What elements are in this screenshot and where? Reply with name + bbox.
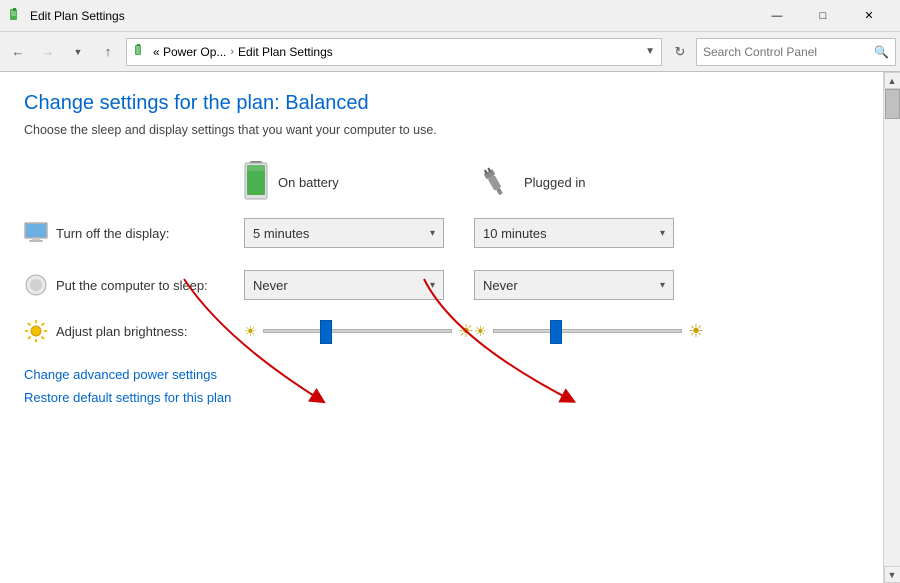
brightness-plugged-track[interactable]	[493, 329, 682, 333]
page-subtitle: Choose the sleep and display settings th…	[24, 123, 859, 137]
search-box: 🔍	[696, 38, 896, 66]
breadcrumb-current: Edit Plan Settings	[238, 45, 333, 59]
restore-defaults-link[interactable]: Restore default settings for this plan	[24, 390, 859, 405]
page-title: Change settings for the plan: Balanced	[24, 92, 859, 115]
sleep-label: Put the computer to sleep:	[56, 278, 208, 293]
battery-icon	[244, 161, 268, 203]
scrollbar: ▲ ▼	[883, 72, 900, 583]
sleep-icon	[24, 273, 48, 297]
sleep-label-cell: Put the computer to sleep:	[24, 273, 244, 297]
display-icon	[24, 221, 48, 245]
brightness-plugged-slider: ☀ ☀	[474, 321, 704, 342]
close-button[interactable]: ✕	[846, 0, 892, 32]
minimize-button[interactable]: —	[754, 0, 800, 32]
content-area: Change settings for the plan: Balanced C…	[0, 72, 883, 583]
bottom-links: Change advanced power settings Restore d…	[24, 367, 859, 405]
power-options-icon	[133, 44, 149, 60]
sleep-battery-value: Never	[253, 278, 288, 293]
display-battery-dropdown-arrow: ▾	[430, 228, 435, 239]
main-content: Change settings for the plan: Balanced C…	[0, 72, 900, 583]
breadcrumb-chevron-icon[interactable]: ▼	[645, 46, 655, 57]
app-icon	[8, 8, 24, 24]
display-battery-dropdown[interactable]: 5 minutes ▾	[244, 218, 444, 248]
display-plugged-dropdown-arrow: ▾	[660, 228, 665, 239]
breadcrumb-prefix: « Power Op...	[153, 45, 226, 59]
maximize-button[interactable]: □	[800, 0, 846, 32]
plugged-in-column: Plugged in	[474, 161, 704, 203]
dropdown-history-button[interactable]: ▼	[64, 38, 92, 66]
breadcrumb[interactable]: « Power Op... › Edit Plan Settings ▼	[126, 38, 662, 66]
scroll-down-button[interactable]: ▼	[884, 566, 900, 583]
brightness-battery-max-icon: ☀	[458, 321, 474, 342]
brightness-plugged-thumb[interactable]	[550, 320, 562, 344]
display-plugged-value: 10 minutes	[483, 226, 547, 241]
plugged-in-label: Plugged in	[524, 175, 585, 190]
brightness-battery-min-icon: ☀	[244, 323, 257, 340]
sleep-plugged-value: Never	[483, 278, 518, 293]
brightness-battery-slider: ☀ ☀	[244, 321, 474, 342]
brightness-plugged-max-icon: ☀	[688, 321, 704, 342]
refresh-button[interactable]: ↻	[666, 38, 694, 66]
display-plugged-dropdown[interactable]: 10 minutes ▾	[474, 218, 674, 248]
brightness-section: Adjust plan brightness: ☀ ☀ ☀ ☀	[24, 319, 859, 343]
sleep-plugged-dropdown-arrow: ▾	[660, 280, 665, 291]
brightness-icon	[24, 319, 48, 343]
display-battery-value: 5 minutes	[253, 226, 309, 241]
sleep-setting-row: Put the computer to sleep: Never ▾ Never…	[24, 267, 859, 303]
plug-icon	[474, 166, 514, 198]
sleep-plugged-control: Never ▾	[474, 270, 704, 300]
back-button[interactable]: ←	[4, 38, 32, 66]
scroll-thumb[interactable]	[885, 89, 900, 119]
sleep-battery-dropdown[interactable]: Never ▾	[244, 270, 444, 300]
display-label-cell: Turn off the display:	[24, 221, 244, 245]
search-input[interactable]	[703, 45, 870, 59]
brightness-setting-row: Adjust plan brightness: ☀ ☀ ☀ ☀	[24, 319, 859, 343]
sleep-plugged-dropdown[interactable]: Never ▾	[474, 270, 674, 300]
breadcrumb-content: « Power Op... › Edit Plan Settings	[133, 44, 333, 60]
brightness-battery-thumb[interactable]	[320, 320, 332, 344]
scroll-track[interactable]	[884, 89, 900, 566]
address-bar: ← → ▼ ↑ « Power Op... › Edit Plan Settin…	[0, 32, 900, 72]
window-controls: — □ ✕	[754, 0, 892, 32]
display-plugged-control: 10 minutes ▾	[474, 218, 704, 248]
brightness-label: Adjust plan brightness:	[56, 324, 188, 339]
display-setting-row: Turn off the display: 5 minutes ▾ 10 min…	[24, 215, 859, 251]
breadcrumb-separator: ›	[230, 46, 234, 58]
up-button[interactable]: ↑	[94, 38, 122, 66]
title-bar: Edit Plan Settings — □ ✕	[0, 0, 900, 32]
brightness-plugged-min-icon: ☀	[474, 323, 487, 340]
advanced-settings-link[interactable]: Change advanced power settings	[24, 367, 859, 382]
display-battery-control: 5 minutes ▾	[244, 218, 474, 248]
on-battery-column: On battery	[244, 161, 474, 203]
sleep-battery-control: Never ▾	[244, 270, 474, 300]
scroll-up-button[interactable]: ▲	[884, 72, 900, 89]
column-headers: On battery Plugged in	[244, 161, 859, 203]
on-battery-label: On battery	[278, 175, 339, 190]
brightness-label-cell: Adjust plan brightness:	[24, 319, 244, 343]
sleep-battery-dropdown-arrow: ▾	[430, 280, 435, 291]
display-label: Turn off the display:	[56, 226, 169, 241]
forward-button[interactable]: →	[34, 38, 62, 66]
brightness-battery-track[interactable]	[263, 329, 452, 333]
window-title: Edit Plan Settings	[30, 9, 754, 23]
search-icon: 🔍	[874, 45, 889, 59]
